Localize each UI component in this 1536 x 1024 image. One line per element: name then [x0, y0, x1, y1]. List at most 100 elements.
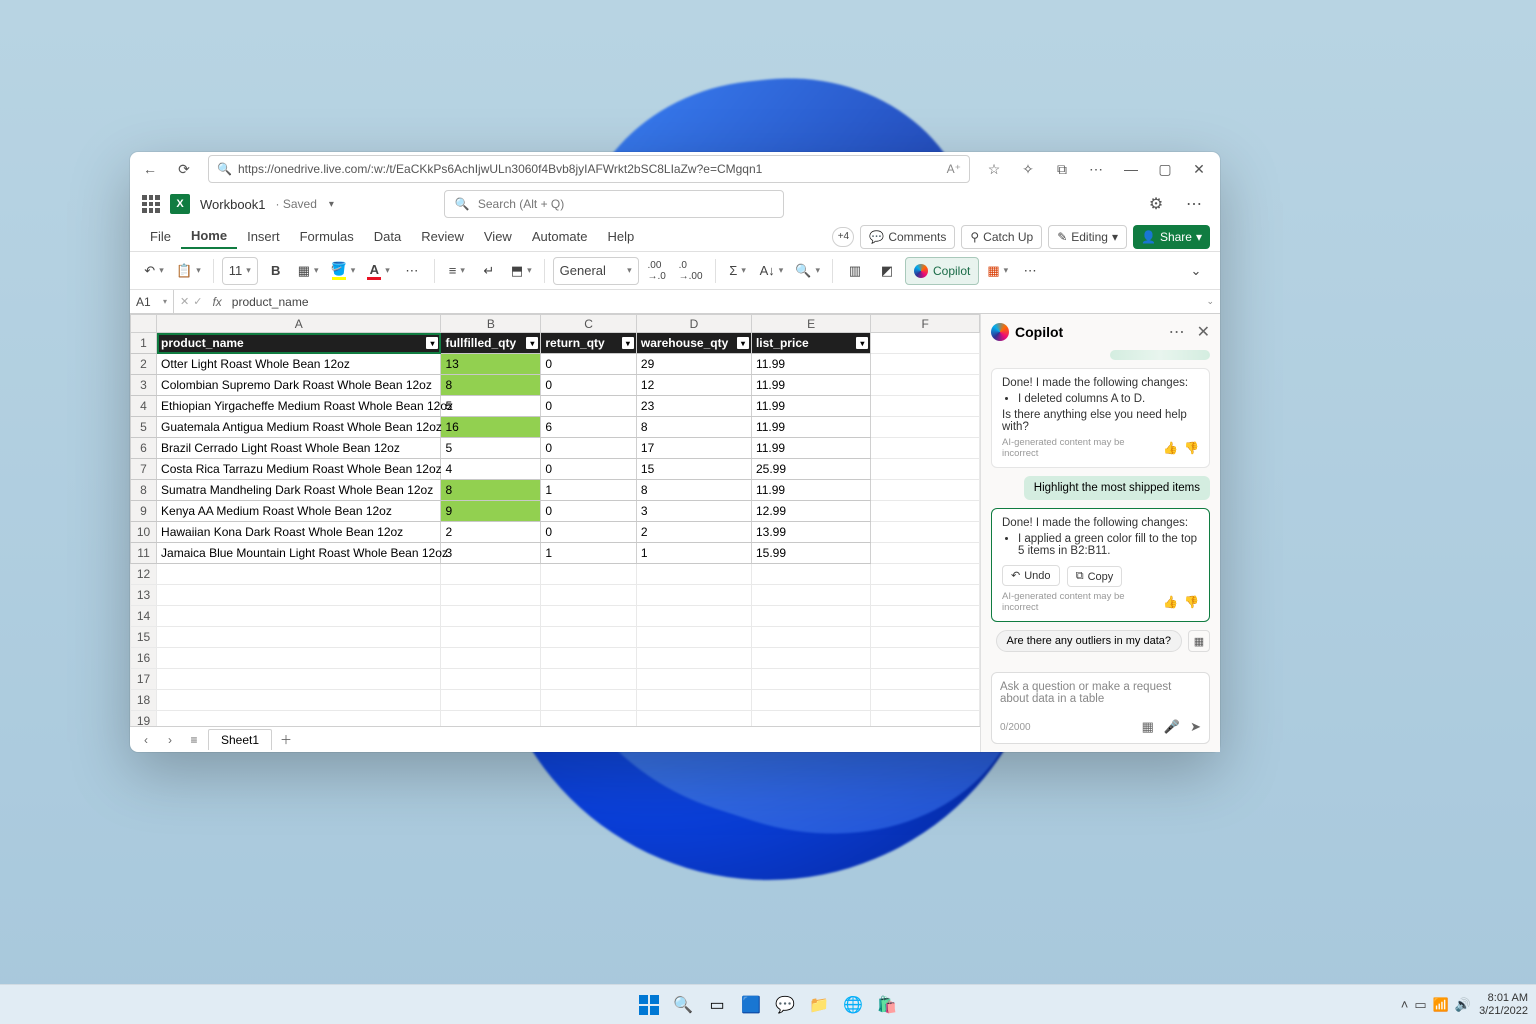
favorite-icon[interactable]: ☆: [978, 153, 1010, 185]
cell[interactable]: [871, 480, 980, 501]
fx-icon[interactable]: fx: [208, 295, 225, 309]
widgets-icon[interactable]: 🟦: [737, 991, 765, 1019]
cell[interactable]: 0: [541, 396, 637, 417]
cell[interactable]: [871, 459, 980, 480]
thumbs-down-icon[interactable]: 👎: [1184, 441, 1199, 455]
cell[interactable]: 1: [636, 543, 751, 564]
cell[interactable]: [157, 606, 441, 627]
row-header[interactable]: 8: [131, 480, 157, 501]
thumbs-up-icon[interactable]: 👍: [1163, 595, 1178, 609]
cell[interactable]: [871, 564, 980, 585]
menu-automate[interactable]: Automate: [522, 225, 598, 248]
cell[interactable]: [441, 627, 541, 648]
back-button[interactable]: ←: [134, 153, 166, 185]
cell[interactable]: [541, 711, 637, 727]
minimize-button[interactable]: ―: [1114, 153, 1148, 185]
cell[interactable]: 3: [636, 501, 751, 522]
column-header-C[interactable]: C: [541, 315, 637, 333]
decrease-decimal-button[interactable]: .0→.00: [675, 257, 707, 285]
collections-icon[interactable]: ⧉: [1046, 153, 1078, 185]
cell[interactable]: [157, 669, 441, 690]
tray-chevron-icon[interactable]: ˄: [1401, 997, 1409, 1013]
menu-formulas[interactable]: Formulas: [290, 225, 364, 248]
row-header[interactable]: 4: [131, 396, 157, 417]
close-button[interactable]: ✕: [1182, 153, 1216, 185]
cell[interactable]: 1: [541, 543, 637, 564]
cell[interactable]: [871, 354, 980, 375]
cell[interactable]: 11.99: [751, 417, 870, 438]
cell[interactable]: [636, 627, 751, 648]
volume-icon[interactable]: 🔊: [1455, 997, 1471, 1013]
cell[interactable]: 11.99: [751, 375, 870, 396]
column-header-A[interactable]: A: [157, 315, 441, 333]
cell[interactable]: 0: [541, 438, 637, 459]
fill-color-button[interactable]: 🪣: [327, 257, 360, 285]
cell[interactable]: [541, 585, 637, 606]
menu-insert[interactable]: Insert: [237, 225, 290, 248]
cell[interactable]: [751, 585, 870, 606]
row-header[interactable]: 13: [131, 585, 157, 606]
cell[interactable]: [751, 669, 870, 690]
cell[interactable]: [636, 648, 751, 669]
undo-action-button[interactable]: ↶ Undo: [1002, 565, 1060, 586]
cell[interactable]: 8: [441, 480, 541, 501]
row-header[interactable]: 19: [131, 711, 157, 727]
cell[interactable]: [871, 543, 980, 564]
cell[interactable]: Kenya AA Medium Roast Whole Bean 12oz: [157, 501, 441, 522]
share-button[interactable]: 👤 Share ▾: [1133, 225, 1210, 249]
filter-icon[interactable]: ▾: [426, 337, 438, 349]
accept-formula-icon[interactable]: ✓: [193, 295, 202, 308]
cell[interactable]: [157, 648, 441, 669]
cell[interactable]: [636, 711, 751, 727]
cell[interactable]: Jamaica Blue Mountain Light Roast Whole …: [157, 543, 441, 564]
cell[interactable]: Ethiopian Yirgacheffe Medium Roast Whole…: [157, 396, 441, 417]
undo-button[interactable]: ↶: [140, 257, 168, 285]
spreadsheet-grid[interactable]: ABCDEF 1product_name▾fullfilled_qty▾retu…: [130, 314, 980, 726]
conditional-format-button[interactable]: ▥: [841, 257, 869, 285]
copilot-more-icon[interactable]: ⋯: [1169, 322, 1185, 342]
row-header[interactable]: 18: [131, 690, 157, 711]
ribbon-more-icon[interactable]: ⋯: [1016, 257, 1044, 285]
cell[interactable]: 13: [441, 354, 541, 375]
column-header-D[interactable]: D: [636, 315, 751, 333]
cell[interactable]: Guatemala Antigua Medium Roast Whole Bea…: [157, 417, 441, 438]
add-sheet-button[interactable]: ＋: [276, 730, 296, 750]
comments-button[interactable]: 💬 Comments: [860, 225, 955, 249]
cell[interactable]: 25.99: [751, 459, 870, 480]
clock[interactable]: 8:01 AM 3/21/2022: [1479, 992, 1528, 1017]
refresh-button[interactable]: ⟳: [168, 153, 200, 185]
header-cell[interactable]: list_price▾: [751, 333, 870, 354]
app-launcher-icon[interactable]: [142, 195, 160, 213]
cell[interactable]: [871, 648, 980, 669]
cell[interactable]: [751, 648, 870, 669]
cell[interactable]: 2: [636, 522, 751, 543]
editing-mode-button[interactable]: ✎ Editing ▾: [1048, 225, 1127, 249]
cell[interactable]: [871, 417, 980, 438]
settings-icon[interactable]: ⚙: [1142, 190, 1170, 218]
filter-icon[interactable]: ▾: [856, 337, 868, 349]
cell[interactable]: [541, 627, 637, 648]
cell[interactable]: Brazil Cerrado Light Roast Whole Bean 12…: [157, 438, 441, 459]
cell[interactable]: [441, 669, 541, 690]
cell[interactable]: [636, 690, 751, 711]
row-header[interactable]: 3: [131, 375, 157, 396]
row-header[interactable]: 11: [131, 543, 157, 564]
cell[interactable]: [157, 627, 441, 648]
autosum-button[interactable]: Σ: [724, 257, 752, 285]
cell[interactable]: 23: [636, 396, 751, 417]
format-table-button[interactable]: ▦: [983, 257, 1012, 285]
cell[interactable]: [751, 711, 870, 727]
cell[interactable]: Colombian Supremo Dark Roast Whole Bean …: [157, 375, 441, 396]
row-header[interactable]: 1: [131, 333, 157, 354]
more-icon[interactable]: ⋯: [1180, 190, 1208, 218]
sort-filter-button[interactable]: A↓: [756, 257, 788, 285]
formula-expand-icon[interactable]: ⌄: [1200, 296, 1220, 307]
filter-icon[interactable]: ▾: [737, 337, 749, 349]
cell[interactable]: [871, 438, 980, 459]
cell[interactable]: 11.99: [751, 396, 870, 417]
cell[interactable]: [157, 585, 441, 606]
header-cell[interactable]: return_qty▾: [541, 333, 637, 354]
doc-dropdown-icon[interactable]: ▾: [329, 199, 334, 210]
cell[interactable]: Otter Light Roast Whole Bean 12oz: [157, 354, 441, 375]
thumbs-up-icon[interactable]: 👍: [1163, 441, 1178, 455]
